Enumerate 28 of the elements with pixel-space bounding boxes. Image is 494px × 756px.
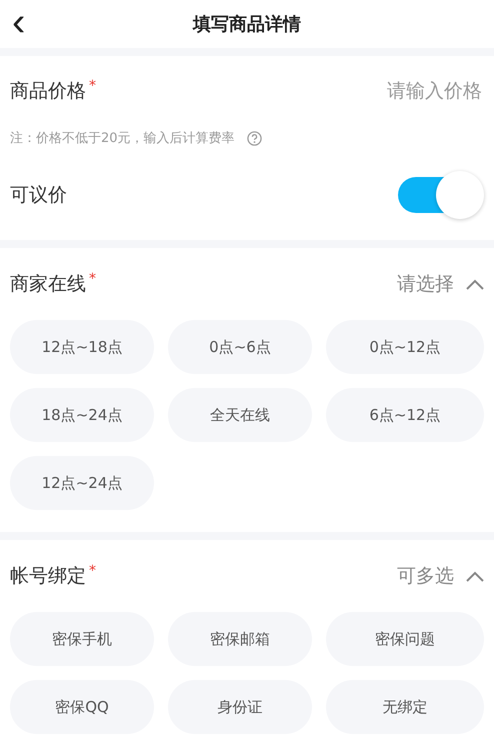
option-chip[interactable]: 全天在线	[168, 388, 312, 442]
field-label: 商品价格	[10, 79, 86, 104]
option-chip[interactable]: 18点~24点	[10, 388, 154, 442]
required-mark: *	[89, 563, 96, 579]
required-mark: *	[89, 78, 96, 94]
required-mark: *	[89, 271, 96, 287]
price-note: 注：价格不低于20元，输入后计算费率	[10, 130, 235, 147]
option-chip[interactable]: 0点~12点	[326, 320, 484, 374]
section-toggle[interactable]: 请选择	[397, 271, 484, 297]
page-title: 填写商品详情	[193, 13, 301, 36]
section-toggle[interactable]: 可多选	[397, 563, 484, 589]
option-chip[interactable]: 0点~6点	[168, 320, 312, 374]
chevron-up-icon	[466, 570, 484, 582]
section-label: 商家在线	[10, 272, 86, 297]
negotiable-label: 可议价	[10, 183, 67, 208]
option-chip[interactable]: 无绑定	[326, 680, 484, 734]
option-chip[interactable]: 12点~18点	[10, 320, 154, 374]
chevron-up-icon	[466, 278, 484, 290]
option-chip[interactable]: 身份证	[168, 680, 312, 734]
option-chip[interactable]: 密保手机	[10, 612, 154, 666]
option-chip[interactable]: 12点~24点	[10, 456, 154, 510]
option-chip[interactable]: 密保邮箱	[168, 612, 312, 666]
section-label: 帐号绑定	[10, 564, 86, 589]
option-chip[interactable]: 密保QQ	[10, 680, 154, 734]
back-button[interactable]: ‹	[6, 4, 32, 40]
option-chip[interactable]: 6点~12点	[326, 388, 484, 442]
help-icon[interactable]	[246, 130, 262, 146]
option-chip[interactable]: 密保问题	[326, 612, 484, 666]
